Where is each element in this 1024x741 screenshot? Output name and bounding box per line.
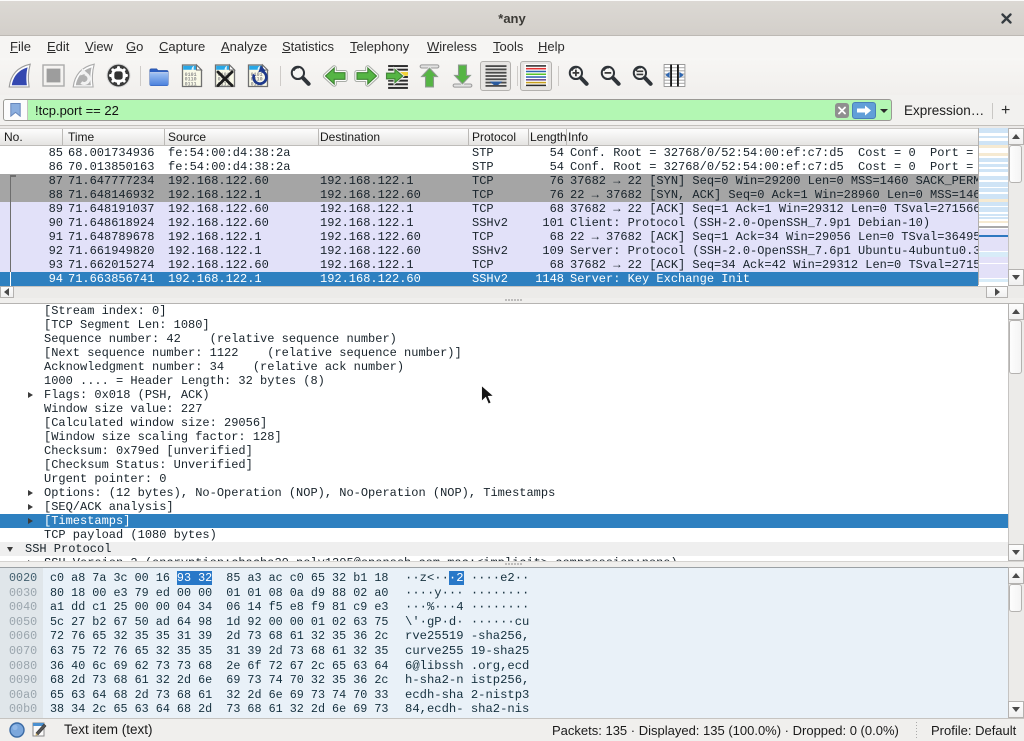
svg-text:0111: 0111	[185, 81, 197, 87]
